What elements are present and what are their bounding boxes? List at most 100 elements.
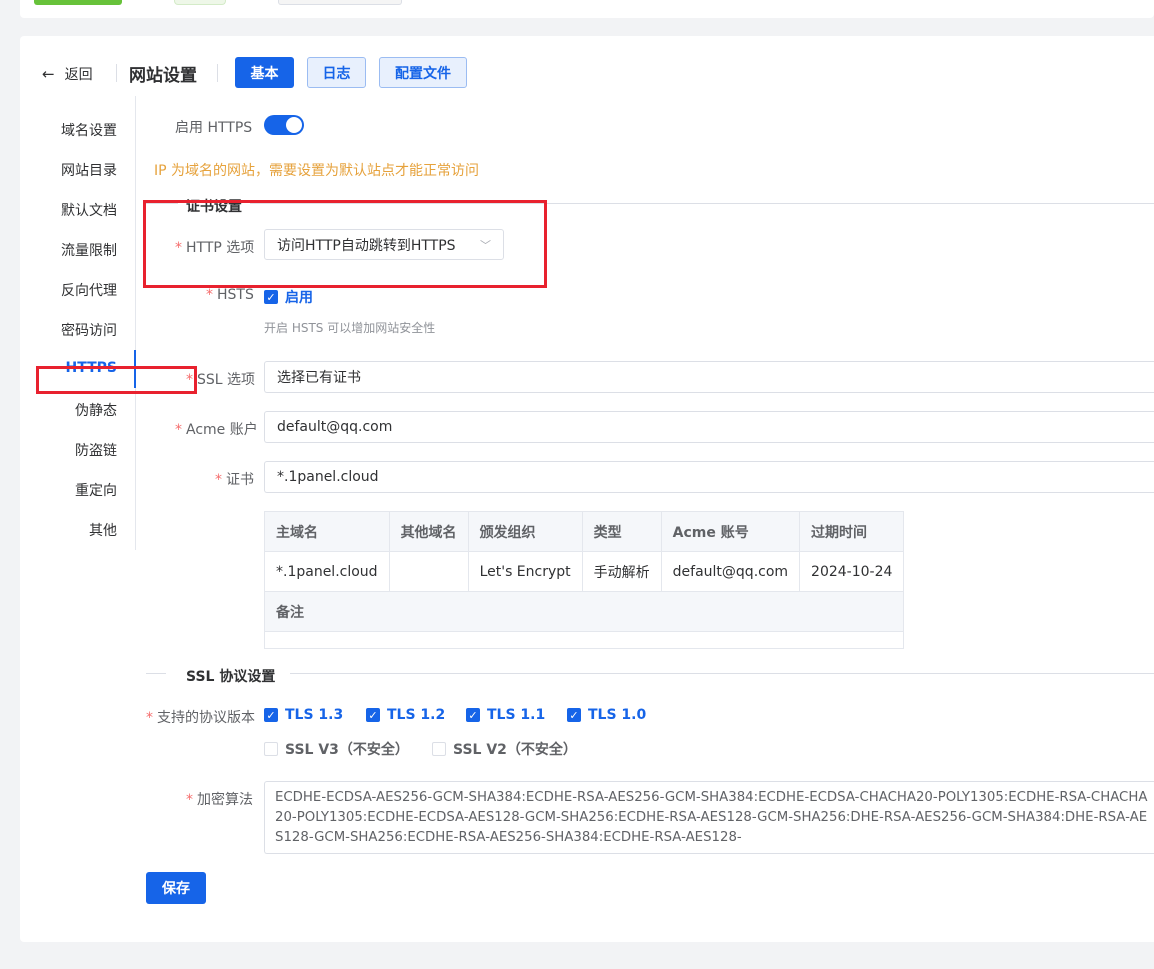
cell-expire-time: 2024-10-24 bbox=[799, 551, 905, 592]
tls12-label: TLS 1.2 bbox=[387, 707, 446, 723]
tls11-checkbox[interactable]: ✓ TLS 1.1 bbox=[466, 707, 545, 723]
col-other-domains: 其他域名 bbox=[388, 511, 469, 552]
tab-config-file[interactable]: 配置文件 bbox=[379, 57, 467, 88]
tab-log[interactable]: 日志 bbox=[307, 57, 366, 88]
checkmark-icon: ✓ bbox=[264, 290, 278, 304]
required-mark: * bbox=[186, 792, 193, 808]
toolbar-input[interactable] bbox=[278, 0, 402, 5]
enable-https-switch[interactable] bbox=[264, 115, 304, 135]
col-issuer: 颁发组织 bbox=[467, 511, 583, 552]
checkbox-empty-icon bbox=[432, 742, 446, 756]
ssl-option-select[interactable]: 选择已有证书 bbox=[264, 361, 1154, 393]
section-divider bbox=[290, 673, 1154, 674]
required-mark: * bbox=[215, 472, 222, 488]
table-header-row: 主域名 其他域名 颁发组织 类型 Acme 账号 过期时间 bbox=[264, 511, 905, 552]
required-mark: * bbox=[175, 422, 182, 438]
col-expire-time: 过期时间 bbox=[799, 511, 905, 552]
toolbar-green-button[interactable] bbox=[34, 0, 122, 5]
http-option-select[interactable]: 访问HTTP自动跳转到HTTPS ﹀ bbox=[264, 229, 504, 260]
settings-card: ← 返回 网站设置 基本 日志 配置文件 域名设置 网站目录 默认文档 流量限制… bbox=[20, 36, 1154, 942]
cell-primary-domain: *.1panel.cloud bbox=[264, 551, 390, 592]
side-item-https[interactable]: HTTPS bbox=[66, 360, 117, 376]
cell-acme-account: default@qq.com bbox=[660, 551, 801, 592]
sslv3-label: SSL V3（不安全） bbox=[285, 742, 409, 758]
side-item-reverse-proxy[interactable]: 反向代理 bbox=[61, 280, 117, 300]
checkbox-empty-icon bbox=[264, 742, 278, 756]
certificate-select[interactable]: *.1panel.cloud bbox=[264, 461, 1154, 493]
hsts-checkbox-label: 启用 bbox=[285, 290, 313, 306]
header-divider bbox=[217, 64, 218, 82]
checkmark-icon: ✓ bbox=[366, 708, 380, 722]
hsts-checkbox[interactable]: ✓ 启用 bbox=[264, 287, 313, 307]
enable-https-label: 启用 HTTPS bbox=[175, 120, 253, 136]
sslv2-checkbox[interactable]: SSL V2（不安全） bbox=[432, 739, 577, 759]
cell-type: 手动解析 bbox=[581, 551, 662, 592]
switch-knob bbox=[286, 117, 302, 133]
col-acme-account: Acme 账号 bbox=[660, 511, 801, 552]
note-value bbox=[263, 631, 905, 649]
ssl-option-label: * SSL 选项 bbox=[186, 372, 256, 388]
http-option-label: * HTTP 选项 bbox=[175, 240, 255, 256]
top-toolbar bbox=[20, 0, 1154, 18]
acme-account-label: * Acme 账户 bbox=[175, 422, 258, 438]
page-title: 网站设置 bbox=[129, 66, 197, 86]
table-note-value-row bbox=[263, 631, 905, 649]
back-button[interactable]: ← 返回 bbox=[42, 64, 93, 84]
back-label: 返回 bbox=[64, 67, 93, 83]
table-note-row: 备注 bbox=[263, 591, 905, 632]
required-mark: * bbox=[146, 710, 153, 726]
checkmark-icon: ✓ bbox=[466, 708, 480, 722]
side-item-redirect[interactable]: 重定向 bbox=[75, 480, 117, 500]
required-mark: * bbox=[186, 372, 193, 388]
cell-issuer: Let's Encrypt bbox=[467, 551, 583, 592]
ip-domain-warning: IP 为域名的网站，需要设置为默认站点才能正常访问 bbox=[154, 163, 480, 179]
protocol-versions-label: * 支持的协议版本 bbox=[146, 710, 255, 726]
cipher-label: * 加密算法 bbox=[186, 792, 253, 808]
side-item-rate-limit[interactable]: 流量限制 bbox=[61, 240, 117, 260]
side-item-other[interactable]: 其他 bbox=[89, 520, 117, 540]
side-item-password-access[interactable]: 密码访问 bbox=[61, 320, 117, 340]
certificate-detail-table: 主域名 其他域名 颁发组织 类型 Acme 账号 过期时间 *.1panel.c… bbox=[263, 511, 905, 649]
table-row: *.1panel.cloud Let's Encrypt 手动解析 defaul… bbox=[264, 551, 905, 592]
hsts-hint: 开启 HSTS 可以增加网站安全性 bbox=[264, 321, 436, 335]
checkmark-icon: ✓ bbox=[567, 708, 581, 722]
cell-other-domains bbox=[388, 551, 469, 592]
http-option-value: 访问HTTP自动跳转到HTTPS bbox=[277, 237, 456, 254]
side-nav-active-indicator bbox=[134, 350, 136, 388]
required-mark: * bbox=[206, 287, 213, 303]
note-label: 备注 bbox=[263, 591, 905, 632]
cipher-textarea[interactable]: ECDHE-ECDSA-AES256-GCM-SHA384:ECDHE-RSA-… bbox=[264, 781, 1154, 854]
chevron-down-icon: ﹀ bbox=[480, 238, 491, 252]
sslv3-checkbox[interactable]: SSL V3（不安全） bbox=[264, 739, 409, 759]
cert-section-title: 证书设置 bbox=[178, 196, 250, 216]
col-type: 类型 bbox=[581, 511, 662, 552]
toolbar-status-pill bbox=[174, 0, 226, 5]
page-header: ← 返回 网站设置 基本 日志 配置文件 bbox=[20, 36, 1154, 112]
checkmark-icon: ✓ bbox=[264, 708, 278, 722]
tls13-checkbox[interactable]: ✓ TLS 1.3 bbox=[264, 707, 343, 723]
tls11-label: TLS 1.1 bbox=[487, 707, 546, 723]
acme-account-select[interactable]: default@qq.com bbox=[264, 411, 1154, 443]
tab-basic[interactable]: 基本 bbox=[235, 57, 294, 88]
tls13-label: TLS 1.3 bbox=[285, 707, 344, 723]
side-item-rewrite[interactable]: 伪静态 bbox=[75, 400, 117, 420]
header-divider bbox=[116, 64, 117, 82]
side-item-anti-leech[interactable]: 防盗链 bbox=[75, 440, 117, 460]
tls10-checkbox[interactable]: ✓ TLS 1.0 bbox=[567, 707, 646, 723]
save-button[interactable]: 保存 bbox=[146, 872, 206, 904]
arrow-left-icon: ← bbox=[42, 65, 55, 83]
side-item-default-doc[interactable]: 默认文档 bbox=[61, 200, 117, 220]
section-divider bbox=[146, 673, 166, 674]
side-item-directory[interactable]: 网站目录 bbox=[61, 160, 117, 180]
required-mark: * bbox=[175, 240, 182, 256]
side-nav-divider bbox=[135, 96, 136, 550]
side-item-domain[interactable]: 域名设置 bbox=[61, 120, 117, 140]
hsts-label: * HSTS bbox=[206, 287, 254, 303]
section-divider bbox=[146, 203, 1154, 204]
ssl-protocol-section-title: SSL 协议设置 bbox=[178, 666, 284, 686]
sslv2-label: SSL V2（不安全） bbox=[453, 742, 577, 758]
tls10-label: TLS 1.0 bbox=[588, 707, 647, 723]
col-primary-domain: 主域名 bbox=[264, 511, 390, 552]
certificate-label: * 证书 bbox=[215, 472, 254, 488]
tls12-checkbox[interactable]: ✓ TLS 1.2 bbox=[366, 707, 445, 723]
